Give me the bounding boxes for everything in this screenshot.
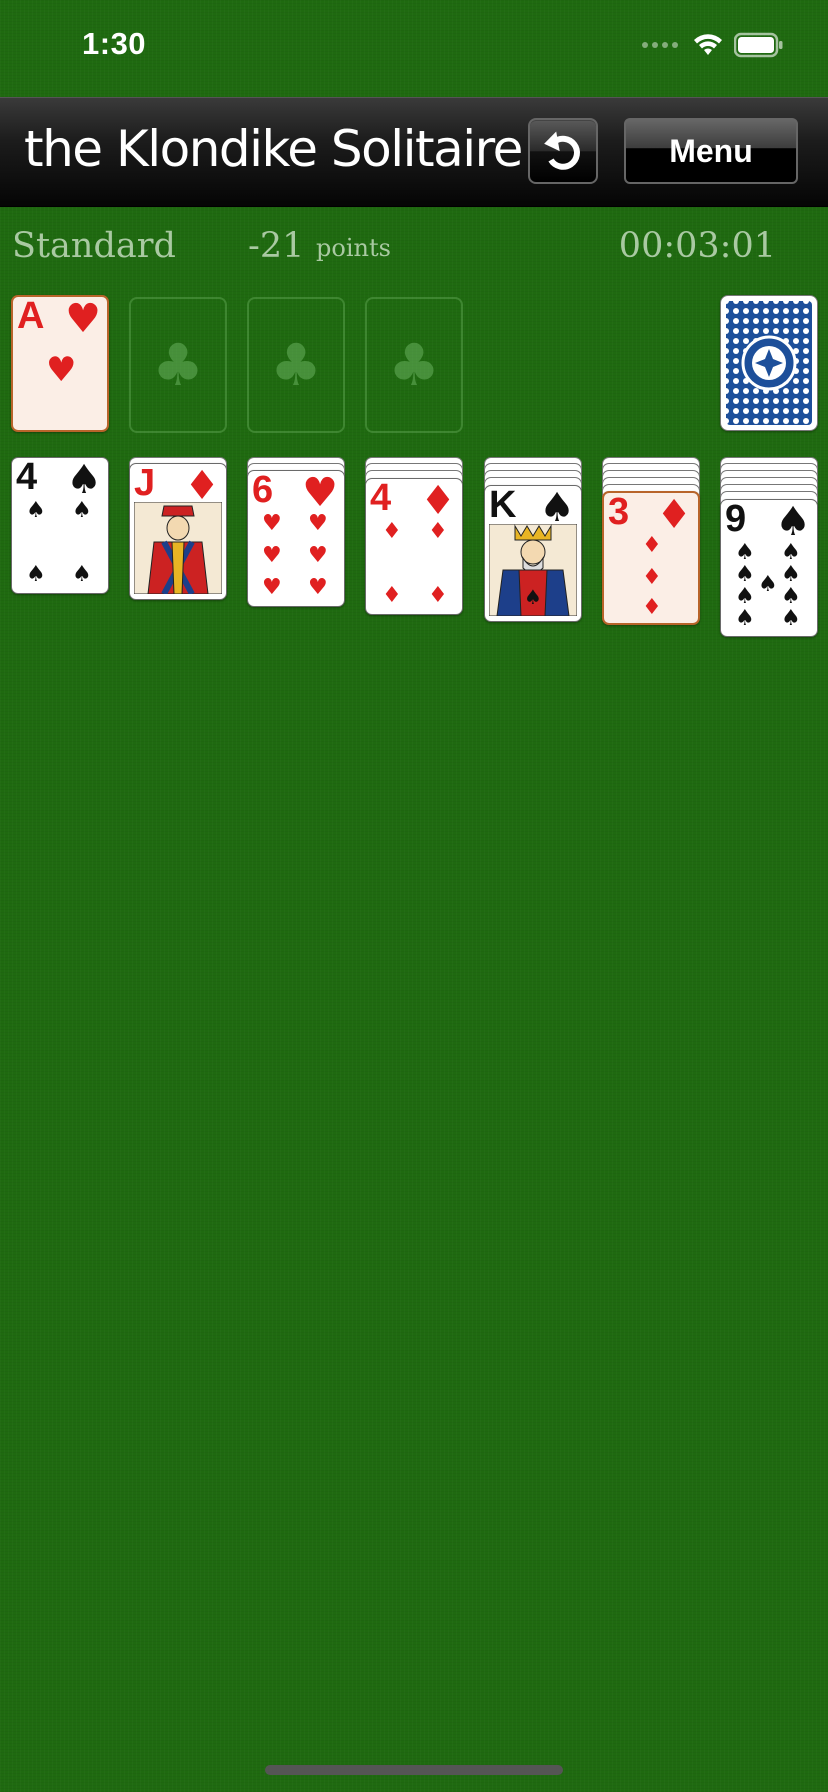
spade-icon: ♠ [26,562,46,587]
heart-icon: ♥ [46,350,77,390]
club-icon: ♣ [388,331,440,399]
spade-icon: ♠ [735,540,755,565]
spade-icon: ♠ [735,606,755,631]
jack-face-icon [134,502,222,594]
card-rank: 4 [370,478,392,519]
diamond-icon: ♦ [382,583,402,608]
spade-icon: ♠ [66,457,102,503]
spade-icon: ♠ [72,562,92,587]
spade-icon: ♠ [781,584,801,609]
heart-icon: ♥ [65,296,101,342]
heart-icon: ♥ [308,543,328,568]
spade-icon: ♠ [72,498,92,523]
heart-icon: ♥ [262,575,282,600]
diamond-icon: ♦ [184,463,220,509]
heart-icon: ♥ [262,543,282,568]
diamond-icon: ♦ [428,583,448,608]
foundation-1-card[interactable]: A ♥ ♥ [11,295,109,432]
card-back-icon [726,301,812,425]
card-rank: A [17,295,45,337]
score-value: -21 [248,226,305,266]
card-rank: K [489,485,517,526]
tableau-1-card[interactable]: 4 ♠ ♠ ♠ ♠ ♠ [11,457,109,594]
tableau-4-card[interactable]: 4 ♦ ♦ ♦ ♦ ♦ [365,478,463,615]
wifi-icon [692,33,724,57]
spade-icon: ♠ [781,562,801,587]
menu-button[interactable]: Menu [624,118,798,184]
undo-icon [544,131,580,170]
game-timer: 00:03:01 [618,226,776,266]
battery-icon [734,32,784,58]
diamond-icon: ♦ [642,565,662,590]
tableau-5-card[interactable]: K ♠ ♠ [484,485,582,622]
heart-icon: ♥ [262,511,282,536]
spade-icon: ♠ [26,498,46,523]
diamond-icon: ♦ [382,519,402,544]
diamond-icon: ♦ [642,533,662,558]
club-icon: ♣ [152,331,204,399]
king-face-icon: ♠ [489,524,577,616]
undo-button[interactable] [528,118,598,184]
foundation-3-slot[interactable]: ♣ [247,297,345,433]
diamond-icon: ♦ [656,492,692,538]
card-rank: 3 [608,491,630,533]
tableau-2-card[interactable]: J ♦ [129,463,227,600]
app-title: the Klondike Solitaire [24,120,523,178]
spade-icon: ♠ [735,584,755,609]
card-rank: 6 [252,470,274,511]
spade-icon: ♠ [775,499,811,545]
heart-icon: ♥ [308,511,328,536]
status-icons [642,30,784,60]
card-rank: 9 [725,499,747,540]
stock-pile[interactable] [720,295,818,431]
diamond-icon: ♦ [642,595,662,620]
svg-text:♠: ♠ [524,585,542,609]
tableau-6-card[interactable]: 3 ♦ ♦ ♦ ♦ [602,491,700,625]
spade-icon: ♠ [539,485,575,531]
card-rank: J [134,463,156,504]
spade-icon: ♠ [758,572,778,597]
spade-icon: ♠ [781,540,801,565]
diamond-icon: ♦ [420,478,456,524]
game-mode: Standard [12,226,176,266]
tableau-3-card[interactable]: 6 ♥ ♥ ♥ ♥ ♥ ♥ ♥ [247,470,345,607]
heart-icon: ♥ [302,470,338,516]
foundation-2-slot[interactable]: ♣ [129,297,227,433]
app-header: the Klondike Solitaire Menu [0,97,828,207]
spade-icon: ♠ [735,562,755,587]
tableau-7-card[interactable]: 9 ♠ ♠ ♠ ♠ ♠ ♠ ♠ ♠ ♠ ♠ [720,499,818,637]
club-icon: ♣ [270,331,322,399]
spade-icon: ♠ [781,606,801,631]
status-time: 1:30 [82,26,147,61]
home-indicator[interactable] [265,1765,563,1775]
heart-icon: ♥ [308,575,328,600]
cellular-signal-icon [642,42,678,48]
card-rank: 4 [16,457,38,498]
diamond-icon: ♦ [428,519,448,544]
score-unit: points [316,234,391,262]
foundation-4-slot[interactable]: ♣ [365,297,463,433]
